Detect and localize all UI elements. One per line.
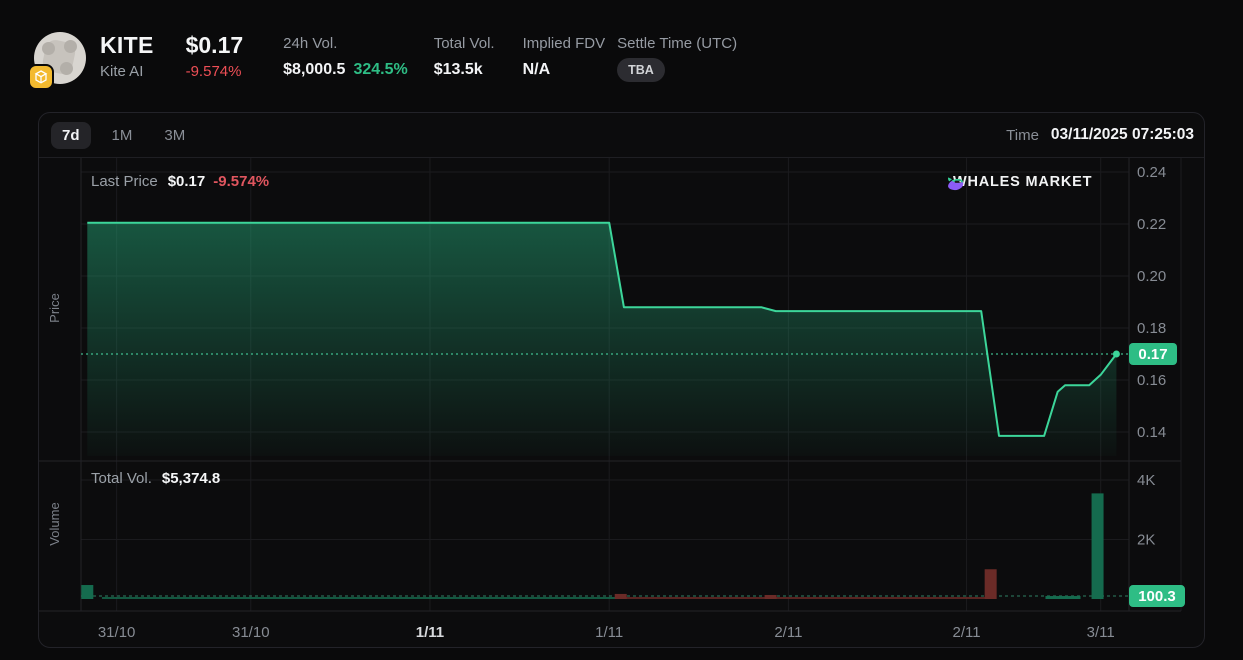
watermark: WHALES MARKET — [945, 174, 1092, 190]
chart-area[interactable]: 0.24 0.22 0.20 0.18 0.16 0.14 4K 2K 0.17 100.3 31/… — [39, 158, 1204, 648]
svg-text:0.22: 0.22 — [1137, 216, 1166, 233]
total-vol-label: Total Vol. — [91, 470, 152, 487]
total-vol-overlay: Total Vol. $5,374.8 — [91, 470, 228, 487]
chart-toolbar: 7d 1M 3M Time 03/11/2025 07:25:03 — [39, 113, 1204, 158]
svg-text:1/11: 1/11 — [416, 624, 444, 641]
svg-text:100.3: 100.3 — [1138, 588, 1176, 605]
last-price-overlay: Last Price $0.17 -9.574% — [91, 173, 269, 190]
stat-total-vol: Total Vol. $13.5k — [434, 32, 495, 79]
svg-text:0.14: 0.14 — [1137, 424, 1166, 441]
svg-text:0.24: 0.24 — [1137, 164, 1166, 181]
token-name: Kite AI — [100, 63, 154, 80]
stat-settle-time: Settle Time (UTC) TBA — [617, 32, 737, 82]
stat-value: $13.5k — [434, 61, 495, 79]
cube-badge-icon — [28, 64, 54, 90]
last-price-label: Last Price — [91, 173, 158, 190]
svg-text:2/11: 2/11 — [774, 624, 802, 641]
last-price-value: $0.17 — [168, 173, 206, 190]
range-button-3m[interactable]: 3M — [153, 122, 196, 149]
svg-text:0.20: 0.20 — [1137, 268, 1166, 285]
svg-text:4K: 4K — [1137, 472, 1155, 489]
range-button-1m[interactable]: 1M — [101, 122, 144, 149]
token-symbol: KITE — [100, 32, 154, 58]
svg-text:Price: Price — [47, 293, 62, 323]
stat-extra: 324.5% — [353, 61, 407, 78]
stat-label: 24h Vol. — [283, 35, 408, 53]
range-button-7d[interactable]: 7d — [51, 122, 91, 149]
svg-text:0.18: 0.18 — [1137, 320, 1166, 337]
total-vol-value: $5,374.8 — [162, 470, 220, 487]
svg-text:2K: 2K — [1137, 532, 1155, 549]
svg-text:Volume: Volume — [47, 502, 62, 545]
svg-text:3/11: 3/11 — [1087, 624, 1115, 641]
stat-label: Settle Time (UTC) — [617, 35, 737, 53]
token-avatar — [34, 32, 86, 84]
token-header: KITE Kite AI $0.17 -9.574% 24h Vol. $8,0… — [0, 0, 1243, 96]
svg-text:1/11: 1/11 — [595, 624, 623, 641]
stat-label: Implied FDV — [523, 35, 606, 53]
stat-24h-vol: 24h Vol. $8,000.5 324.5% — [283, 32, 408, 79]
svg-text:31/10: 31/10 — [232, 624, 270, 641]
svg-text:0.16: 0.16 — [1137, 372, 1166, 389]
token-price: $0.17 — [186, 32, 244, 58]
svg-text:31/10: 31/10 — [98, 624, 136, 641]
svg-text:2/11: 2/11 — [953, 624, 981, 641]
stat-label: Total Vol. — [434, 35, 495, 53]
watermark-text: WHALES MARKET — [953, 174, 1092, 190]
chart-panel: 7d 1M 3M Time 03/11/2025 07:25:03 0.240.… — [38, 112, 1205, 648]
stat-implied-fdv: Implied FDV N/A — [523, 32, 606, 79]
stat-value: $8,000.5 — [283, 61, 345, 78]
token-change: -9.574% — [186, 63, 244, 80]
tba-badge: TBA — [617, 58, 665, 82]
time-value: 03/11/2025 07:25:03 — [1051, 126, 1194, 144]
svg-text:0.17: 0.17 — [1138, 346, 1167, 363]
last-price-change: -9.574% — [213, 173, 269, 190]
stat-value: N/A — [523, 61, 606, 79]
price-volume-chart[interactable]: 0.24 0.22 0.20 0.18 0.16 0.14 4K 2K 0.17 100.3 31/… — [39, 158, 1204, 648]
time-label: Time — [1006, 127, 1039, 144]
